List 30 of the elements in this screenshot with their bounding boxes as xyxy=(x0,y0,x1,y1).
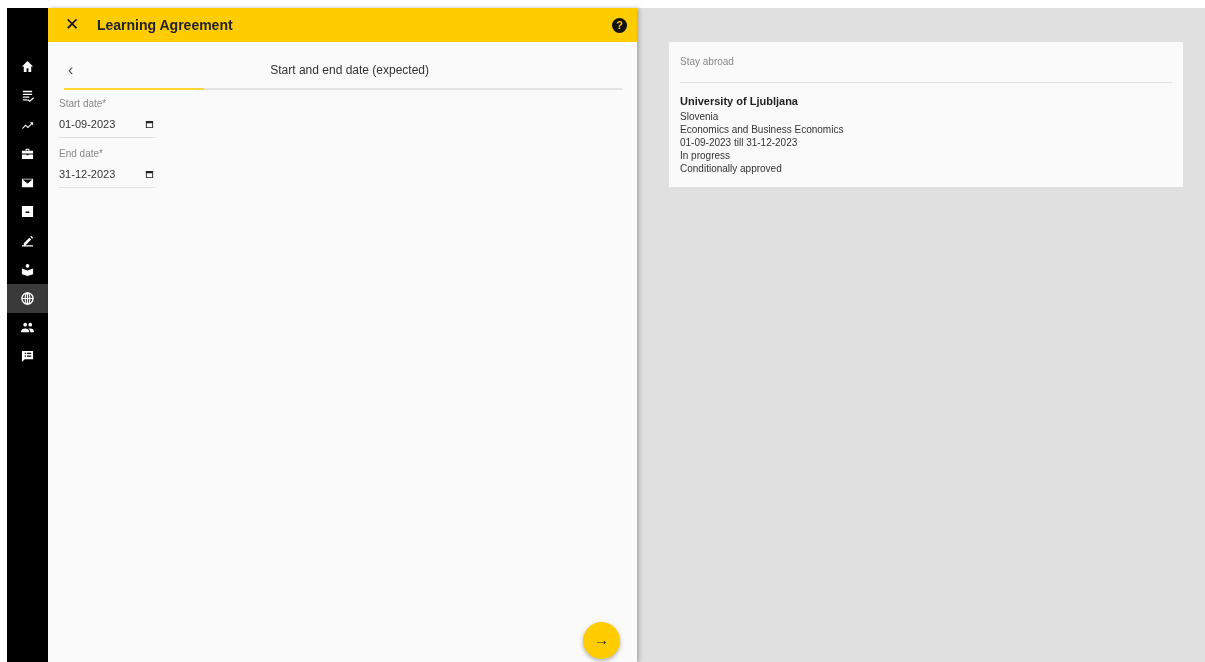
field-label: End date* xyxy=(59,147,104,161)
calendar-icon xyxy=(145,119,154,129)
back-button[interactable]: ‹ xyxy=(64,58,78,82)
step-title: Start and end date (expected) xyxy=(269,62,431,79)
date-field[interactable]: 01-09-2023 xyxy=(59,111,156,138)
university-name: University of Ljubljana xyxy=(680,94,799,109)
detail-text: 01-09-2023 till 31-12-2023 xyxy=(680,135,799,149)
next-button[interactable]: → xyxy=(583,622,620,659)
pen-icon xyxy=(21,234,34,247)
checklist-icon xyxy=(21,89,34,102)
reader-icon xyxy=(21,263,34,276)
home-icon xyxy=(21,60,34,73)
close-button[interactable]: ✕ xyxy=(62,12,82,38)
help-button[interactable]: ? xyxy=(612,17,627,33)
mail-icon xyxy=(21,176,34,189)
detail-text: Economics and Business Economics xyxy=(680,122,845,136)
detail-text: In progress xyxy=(680,148,732,162)
sidebar-item[interactable] xyxy=(7,284,48,313)
people-icon xyxy=(21,321,34,334)
briefcase-icon xyxy=(21,147,34,160)
archive-icon xyxy=(21,205,34,218)
page-title: Learning Agreement xyxy=(97,15,234,35)
calendar-icon xyxy=(145,169,154,179)
date-field[interactable]: 31-12-2023 xyxy=(59,161,156,188)
card-heading: Stay abroad xyxy=(680,55,735,69)
field-label: Start date* xyxy=(59,97,108,111)
detail-text: Slovenia xyxy=(680,109,720,123)
detail-text: Conditionally approved xyxy=(680,161,783,175)
globe-icon xyxy=(21,292,34,305)
chat-icon xyxy=(21,350,34,363)
